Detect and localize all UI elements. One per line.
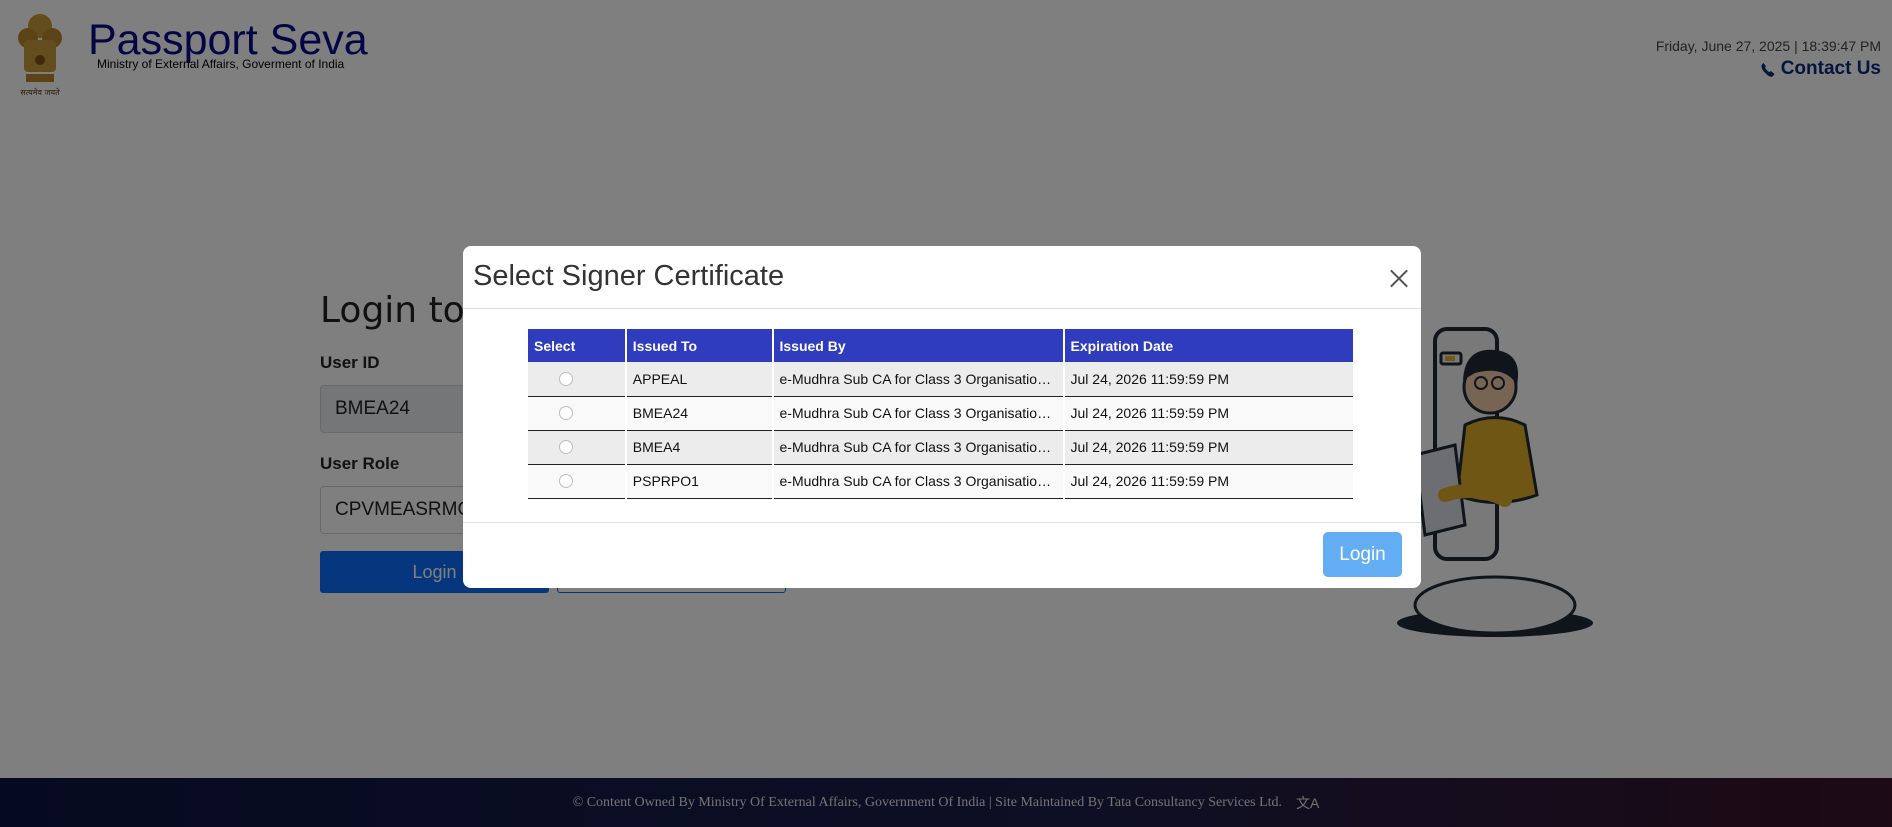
issued-by-cell: e-Mudhra Sub CA for Class 3 Organisation…: [772, 396, 1065, 431]
expiration-cell: Jul 24, 2026 11:59:59 PM: [1063, 396, 1355, 431]
column-header-expiration: Expiration Date: [1063, 329, 1355, 362]
modal-header: Select Signer Certificate: [463, 246, 1421, 309]
close-icon[interactable]: [1387, 266, 1411, 290]
table-row[interactable]: PSPRPO1 e-Mudhra Sub CA for Class 3 Orga…: [528, 464, 1355, 499]
select-cell: [528, 362, 627, 397]
select-radio[interactable]: [559, 440, 573, 454]
issued-by-cell: e-Mudhra Sub CA for Class 3 Organisation…: [772, 430, 1065, 465]
column-header-issued-to: Issued To: [625, 329, 774, 362]
issued-by-cell: e-Mudhra Sub CA for Class 3 Organisation…: [772, 464, 1065, 499]
modal-title: Select Signer Certificate: [473, 260, 785, 292]
modal-footer: Login: [463, 522, 1421, 588]
issued-by-cell: e-Mudhra Sub CA for Class 3 Organisation…: [772, 362, 1065, 397]
modal-login-button[interactable]: Login: [1323, 532, 1402, 577]
select-cell: [528, 430, 627, 465]
issued-to-cell: APPEAL: [625, 362, 774, 397]
table-row[interactable]: APPEAL e-Mudhra Sub CA for Class 3 Organ…: [528, 362, 1355, 397]
issued-to-cell: BMEA4: [625, 430, 774, 465]
select-cell: [528, 464, 627, 499]
expiration-cell: Jul 24, 2026 11:59:59 PM: [1063, 362, 1355, 397]
issued-to-cell: BMEA24: [625, 396, 774, 431]
table-header-row: Select Issued To Issued By Expiration Da…: [528, 329, 1355, 362]
expiration-cell: Jul 24, 2026 11:59:59 PM: [1063, 464, 1355, 499]
signer-certificate-modal: Select Signer Certificate Select Issued …: [463, 246, 1421, 588]
select-radio[interactable]: [559, 371, 573, 386]
table-row[interactable]: BMEA4 e-Mudhra Sub CA for Class 3 Organi…: [528, 430, 1355, 465]
select-radio[interactable]: [559, 474, 573, 488]
table-row[interactable]: BMEA24 e-Mudhra Sub CA for Class 3 Organ…: [528, 396, 1355, 431]
column-header-issued-by: Issued By: [772, 329, 1065, 362]
column-header-select: Select: [528, 329, 627, 362]
select-radio[interactable]: [559, 406, 573, 420]
expiration-cell: Jul 24, 2026 11:59:59 PM: [1063, 430, 1355, 465]
certificate-table: Select Issued To Issued By Expiration Da…: [528, 329, 1355, 499]
select-cell: [528, 396, 627, 431]
issued-to-cell: PSPRPO1: [625, 464, 774, 499]
